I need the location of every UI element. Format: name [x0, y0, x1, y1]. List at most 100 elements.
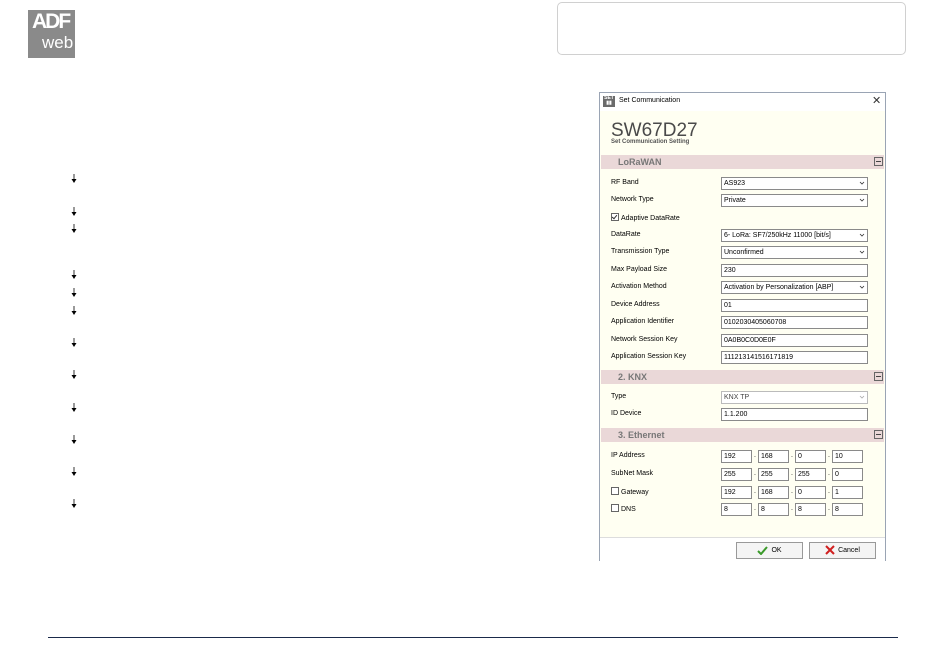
down-arrow-bullet-icon [70, 499, 78, 508]
app-icon: SET ▮▮ [603, 95, 615, 107]
ip-dot: . [754, 470, 756, 477]
app-session-key-label: Application Session Key [611, 353, 687, 360]
footer-divider [48, 637, 898, 638]
dns-octet-4[interactable]: 8 [832, 503, 863, 516]
dialog-titlebar[interactable]: SET ▮▮ Set Communication ✕ [600, 93, 885, 111]
chevron-down-icon [859, 250, 865, 254]
activation-method-value: Activation by Personalization [ABP] [724, 284, 834, 291]
ip-octet-4[interactable]: 10 [832, 450, 863, 463]
ip-dot: . [828, 488, 830, 495]
activation-method-label: Activation Method [611, 283, 667, 290]
gateway-octet-2[interactable]: 168 [758, 486, 789, 499]
cancel-label: Cancel [838, 547, 860, 554]
activation-method-select[interactable]: Activation by Personalization [ABP] [721, 281, 868, 294]
down-arrow-bullet-icon [70, 403, 78, 412]
ip-octet-1[interactable]: 192 [721, 450, 752, 463]
dns-option[interactable]: DNS [611, 504, 636, 513]
subnet-octet-1[interactable]: 255 [721, 468, 752, 481]
chevron-down-icon [859, 181, 865, 185]
dns-checkbox[interactable] [611, 504, 619, 512]
transmission-type-label: Transmission Type [611, 248, 670, 255]
network-type-label: Network Type [611, 196, 654, 203]
dns-octet-2[interactable]: 8 [758, 503, 789, 516]
adaptive-datarate-option[interactable]: Adaptive DataRate [611, 213, 680, 222]
network-session-key-label: Network Session Key [611, 336, 678, 343]
max-payload-label: Max Payload Size [611, 266, 668, 273]
collapse-icon[interactable] [874, 372, 883, 381]
down-arrow-bullet-icon [70, 435, 78, 444]
adfweb-logo: ADF web [28, 10, 75, 58]
ip-dot: . [791, 470, 793, 477]
device-address-label: Device Address [611, 301, 660, 308]
max-payload-input[interactable]: 230 [721, 264, 868, 277]
network-type-select[interactable]: Private [721, 194, 868, 207]
section-ethernet: 3. Ethernet [601, 428, 884, 442]
dns-octet-3[interactable]: 8 [795, 503, 826, 516]
ok-button[interactable]: OK [736, 542, 803, 559]
down-arrow-bullet-icon [70, 207, 78, 216]
ip-dot: . [828, 470, 830, 477]
ip-octet-2[interactable]: 168 [758, 450, 789, 463]
ip-dot: . [828, 505, 830, 512]
network-session-key-input[interactable]: 0A0B0C0D0E0F [721, 334, 868, 347]
gateway-label: Gateway [621, 488, 649, 496]
down-arrow-bullet-icon [70, 224, 78, 233]
gateway-octet-4[interactable]: 1 [832, 486, 863, 499]
logo-text-adf: ADF [32, 10, 71, 33]
subnet-mask-label: SubNet Mask [611, 470, 654, 477]
app-session-key-input[interactable]: 111213141516171819 [721, 351, 868, 364]
header-box [557, 2, 906, 55]
collapse-icon[interactable] [874, 157, 883, 166]
down-arrow-bullet-icon [70, 467, 78, 476]
datarate-select[interactable]: 6- LoRa: SF7/250kHz 11000 [bit/s] [721, 229, 868, 242]
down-arrow-bullet-icon [70, 288, 78, 297]
chevron-down-icon [859, 395, 865, 399]
down-arrow-bullet-icon [70, 338, 78, 347]
ip-dot: . [791, 452, 793, 459]
ok-label: OK [771, 547, 782, 554]
down-arrow-bullet-icon [70, 270, 78, 279]
transmission-type-value: Unconfirmed [724, 249, 764, 256]
transmission-type-select[interactable]: Unconfirmed [721, 246, 868, 259]
app-identifier-label: Application Identifier [611, 318, 675, 325]
adaptive-datarate-label: Adaptive DataRate [621, 214, 680, 222]
app-identifier-input[interactable]: 0102030405060708 [721, 316, 868, 329]
knx-type-value: KNX TP [724, 394, 750, 401]
chevron-down-icon [859, 233, 865, 237]
gateway-octet-1[interactable]: 192 [721, 486, 752, 499]
rf-band-label: RF Band [611, 179, 639, 186]
device-address-input[interactable]: 01 [721, 299, 868, 312]
subnet-octet-4[interactable]: 0 [832, 468, 863, 481]
ip-dot: . [828, 452, 830, 459]
rf-band-select[interactable]: AS923 [721, 177, 868, 190]
knx-type-select[interactable]: KNX TP [721, 391, 868, 404]
ip-octet-3[interactable]: 0 [795, 450, 826, 463]
down-arrow-bullet-icon [70, 370, 78, 379]
ip-dot: . [754, 488, 756, 495]
gateway-octet-3[interactable]: 0 [795, 486, 826, 499]
datarate-value: 6- LoRa: SF7/250kHz 11000 [bit/s] [724, 232, 831, 239]
collapse-icon[interactable] [874, 430, 883, 439]
section-lorawan: LoRaWAN [601, 155, 884, 169]
ip-address-label: IP Address [611, 452, 645, 459]
chevron-down-icon [859, 198, 865, 202]
close-icon[interactable]: ✕ [872, 95, 881, 107]
check-icon [757, 546, 769, 555]
datarate-label: DataRate [611, 231, 641, 238]
subnet-octet-3[interactable]: 255 [795, 468, 826, 481]
cancel-button[interactable]: Cancel [809, 542, 876, 559]
logo-text-web: web [42, 33, 74, 52]
rf-band-value: AS923 [724, 180, 746, 187]
device-subtitle: Set Communication Setting [611, 139, 690, 145]
id-device-input[interactable]: 1.1.200 [721, 408, 868, 421]
adaptive-datarate-checkbox[interactable] [611, 213, 619, 221]
dns-label: DNS [621, 505, 636, 513]
gateway-checkbox[interactable] [611, 487, 619, 495]
subnet-octet-2[interactable]: 255 [758, 468, 789, 481]
ip-dot: . [754, 505, 756, 512]
dialog-button-bar: OK Cancel [600, 537, 885, 561]
section-title: 3. Ethernet [618, 430, 665, 440]
dns-octet-1[interactable]: 8 [721, 503, 752, 516]
gateway-option[interactable]: Gateway [611, 487, 649, 496]
ip-dot: . [754, 452, 756, 459]
